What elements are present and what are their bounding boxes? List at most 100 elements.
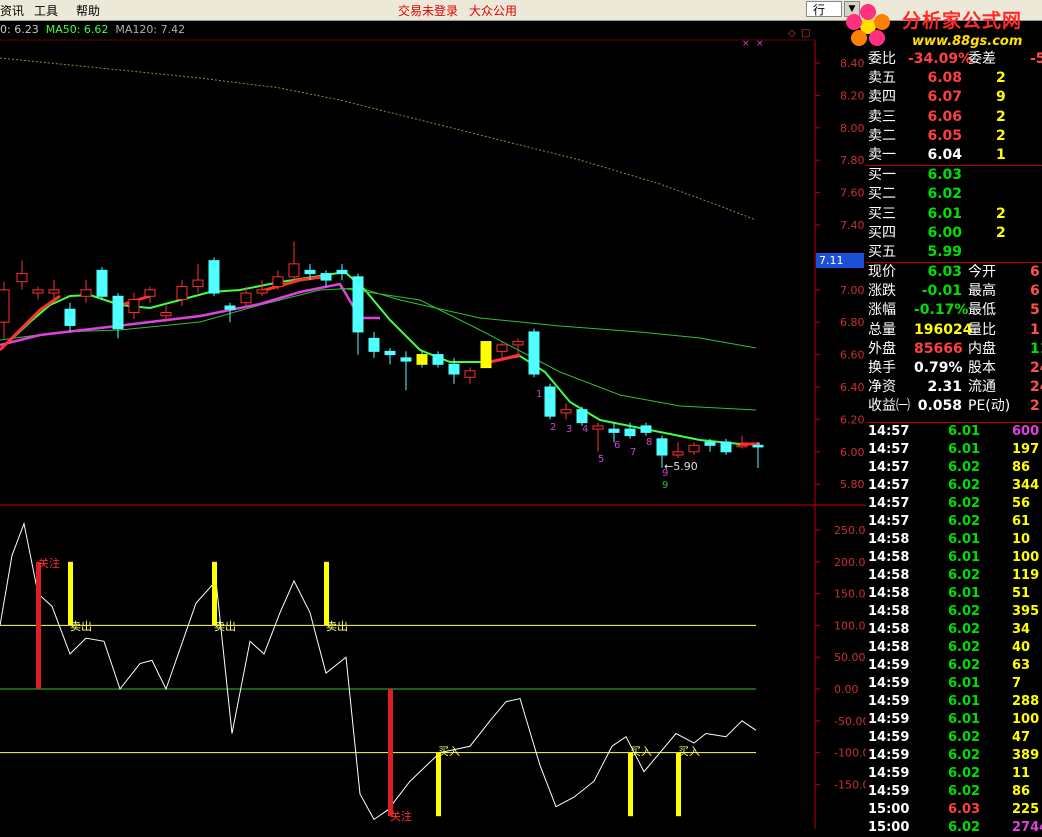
tick-time: 14:59 (868, 676, 910, 691)
candle-up (192, 279, 204, 288)
order-price: 5.99 (927, 243, 962, 260)
tick-row: 14:59 6.02 389 (866, 747, 1042, 765)
candle-up (80, 289, 92, 297)
order-label: 卖二 (868, 127, 896, 144)
candle-down (656, 438, 668, 456)
countdown-label: 2 (550, 422, 556, 433)
stat-label-2: 今开 (968, 264, 996, 281)
price-tick-label: 6.80 (840, 316, 865, 329)
tick-price: 6.02 (948, 514, 981, 529)
tick-row: 14:58 6.02 395 (866, 603, 1042, 621)
stat-value-2: 1103 (1030, 340, 1042, 357)
tick-time: 14:58 (868, 622, 910, 637)
tick-row: 14:58 6.02 34 (866, 621, 1042, 639)
signal-label: 买入 (678, 745, 700, 758)
ratio-label: 委比 (868, 51, 896, 67)
candle-down (96, 269, 108, 297)
stat-label-2: 股本 (968, 360, 996, 376)
candle-down (624, 428, 636, 437)
tick-price: 6.02 (948, 478, 981, 493)
tick-time: 14:57 (868, 460, 910, 475)
price-tick-label: 7.40 (840, 219, 865, 232)
tick-price: 6.01 (948, 424, 981, 439)
stat-row: 总量 196024 量比 1 (866, 321, 1042, 340)
stat-label: 涨幅 (868, 302, 896, 319)
square-icon[interactable]: □ (801, 28, 810, 39)
tick-time: 14:59 (868, 712, 910, 727)
price-tick-label: 8.00 (840, 122, 865, 135)
tick-volume: 11 (1012, 766, 1031, 781)
signal-bar-yellow (212, 561, 217, 626)
candlesticks (0, 241, 764, 468)
marker-x-icon: × (756, 39, 764, 49)
stat-value: 85666 (914, 340, 963, 357)
stat-label-2: 量比 (968, 321, 996, 338)
tick-price: 6.01 (948, 694, 981, 709)
stat-value: 0.058 (917, 398, 962, 415)
tick-time: 14:58 (868, 604, 910, 619)
tick-volume: 10 (1012, 532, 1031, 547)
tick-time: 15:00 (868, 820, 910, 835)
diff-value: -5 (1030, 51, 1042, 67)
tick-volume: 100 (1012, 712, 1040, 727)
order-row: 卖四 6.07 9 (866, 88, 1042, 107)
tick-time: 14:58 (868, 568, 910, 583)
indicator-tick-label: 50.00 (834, 651, 866, 664)
candle-highlight (416, 354, 428, 365)
candle-down (528, 331, 540, 375)
signal-bar-red (388, 689, 393, 817)
tick-price: 6.01 (948, 712, 981, 727)
order-label: 买四 (868, 224, 896, 241)
tick-time: 14:58 (868, 532, 910, 547)
tick-time: 14:57 (868, 478, 910, 493)
order-label: 卖五 (868, 70, 896, 87)
candle-up (48, 289, 60, 294)
signal-bar-red (36, 561, 41, 689)
kline-chart[interactable]: 8.408.208.007.807.607.407.207.006.806.60… (0, 0, 866, 829)
stat-row: 外盘 85666 内盘 1103 (866, 340, 1042, 359)
stat-label: 涨跌 (868, 283, 896, 300)
indicator-tick-label: 250.0 (834, 524, 866, 537)
candle-down (384, 350, 396, 356)
stat-row: 收益㈠ 0.058 PE(动) 2 (866, 397, 1042, 416)
order-volume: 2 (996, 127, 1006, 144)
candle-down (720, 441, 732, 453)
tick-time: 14:57 (868, 496, 910, 511)
tick-row: 14:57 6.02 86 (866, 459, 1042, 477)
order-label: 买五 (868, 243, 896, 260)
tick-time: 14:58 (868, 550, 910, 565)
logo-title: 分析家公式网 (902, 10, 1023, 32)
order-price: 6.04 (927, 146, 962, 163)
indicator-panel: 关注卖出 卖出 卖出关注买入 买入 买入 (0, 521, 757, 823)
logo-url: www.88gs.com (912, 34, 1023, 49)
indicator-tick-label: -150.0 (834, 778, 866, 791)
price-tick-label: 8.40 (840, 57, 865, 70)
tick-time: 14:59 (868, 730, 910, 745)
order-row: 卖一 6.04 1 (866, 146, 1042, 165)
stat-value-2: 2 (1030, 398, 1040, 415)
stat-label: 换手 (868, 360, 896, 376)
ma120-line (0, 57, 757, 221)
tick-row: 14:57 6.02 61 (866, 513, 1042, 531)
tick-row: 14:57 6.02 56 (866, 495, 1042, 513)
order-price: 6.05 (927, 127, 962, 144)
order-price: 6.06 (927, 108, 962, 125)
candle-down (368, 337, 380, 352)
diamond-icon[interactable]: ◇ (788, 28, 796, 39)
tick-list[interactable]: 14:57 6.01 600 14:57 6.01 197 14:57 6.02 86 14:57… (866, 422, 1042, 837)
order-row: 卖三 6.06 2 (866, 108, 1042, 127)
countdown-label: 9 (662, 480, 668, 491)
tick-price: 6.02 (948, 496, 981, 511)
stat-value-2: 1 (1030, 321, 1040, 338)
stat-label: 净资 (868, 379, 896, 396)
tick-volume: 600 (1012, 424, 1040, 439)
indicator-line (0, 521, 757, 821)
stat-label-2: 最低 (968, 302, 996, 319)
indicator-axis: 250.0 200.0 150.0 100.0 50.00 0.00 -50.00 -100.… (815, 524, 866, 791)
order-volume: 1 (996, 146, 1006, 163)
order-row: 买四 6.00 2 (866, 224, 1042, 243)
tick-volume: 100 (1012, 550, 1040, 565)
candle-down (576, 409, 588, 424)
signal-bar-yellow (68, 561, 73, 626)
indicator-tick-label: -100.0 (834, 747, 866, 760)
